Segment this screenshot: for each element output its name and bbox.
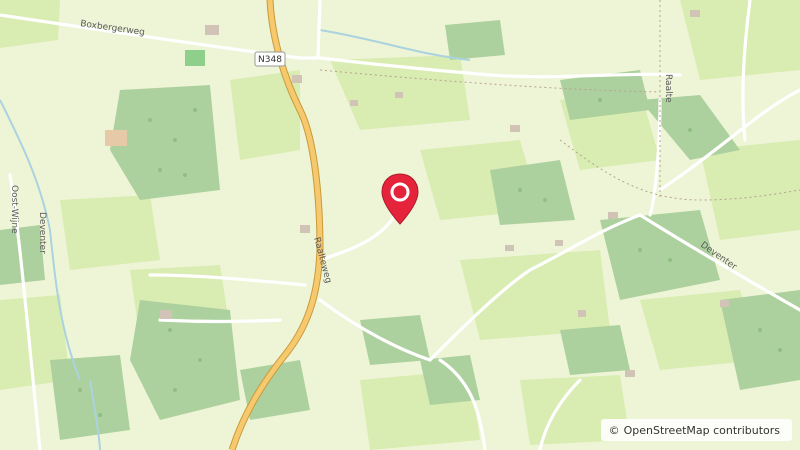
attribution-link[interactable]: OpenStreetMap contributors — [624, 424, 780, 437]
map-pin-icon[interactable] — [379, 172, 421, 228]
label-boxbergerweg: Boxbergerweg — [80, 19, 146, 38]
attribution-box: © OpenStreetMap contributors — [600, 419, 792, 441]
sports-field — [185, 50, 205, 66]
copyright-icon: © — [608, 423, 620, 437]
map-view[interactable]: Boxbergerweg N348 Raalteweg Oost-Wijne D… — [0, 0, 800, 450]
n348-shield: N348 — [254, 51, 286, 67]
farmyard — [105, 130, 127, 146]
label-deventer-west: Deventer — [37, 212, 47, 254]
n348-label: N348 — [258, 55, 282, 65]
label-oost-wijne: Oost-Wijne — [9, 185, 19, 234]
label-raalte: Raalte — [663, 74, 673, 103]
